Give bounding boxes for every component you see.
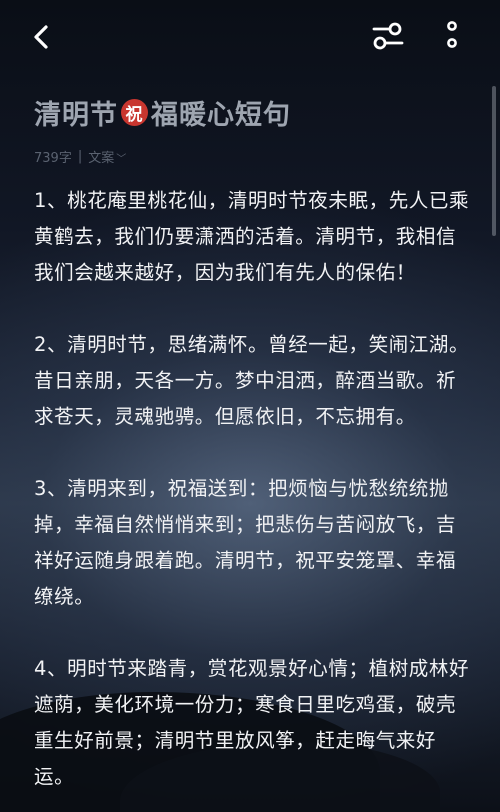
category-label: 文案 [88, 151, 115, 166]
article-title: 清明节 祝 福暖心短句 [34, 93, 291, 132]
paragraph: 3、清明来到，祝福送到：把烦恼与忧愁统统抛掉，幸福自然悄悄来到；把悲伤与苦闷放飞… [34, 477, 457, 608]
settings-button[interactable] [370, 18, 406, 54]
paragraph: 4、明时节来踏青，赏花观景好心情；植树成林好遮荫，美化环境一份力；寒食日里吃鸡蛋… [34, 657, 470, 788]
category-dropdown[interactable]: 文案 ﹀ [88, 147, 126, 166]
title-text: 福暖心短句 [151, 100, 291, 131]
article-screen: 清明节 祝 福暖心短句 739字 | 文案 ﹀ 1、桃花庵里桃花仙，清明时节夜未眠… [0, 0, 500, 812]
chevron-left-icon [34, 25, 48, 49]
title-text: 清明节 [34, 100, 118, 131]
chevron-down-icon: ﹀ [116, 154, 127, 165]
more-vertical-icon [447, 21, 457, 48]
paragraph: 1、桃花庵里桃花仙，清明时节夜未眠，先人已乘黄鹤去，我们仍要潇洒的活着。清明节，… [34, 189, 470, 284]
top-bar [0, 0, 500, 74]
back-button[interactable] [26, 20, 60, 54]
meta-divider: | [77, 149, 83, 164]
sliders-icon [372, 22, 404, 50]
more-button[interactable] [436, 18, 468, 54]
word-count: 739字 [34, 151, 72, 166]
scrollbar[interactable] [492, 86, 496, 236]
title-badge: 祝 [121, 99, 148, 126]
article-meta: 739字 | 文案 ﹀ [34, 147, 126, 166]
paragraph: 2、清明时节，思绪满怀。曾经一起，笑闹江湖。昔日亲朋，天各一方。梦中泪洒，醉酒当… [34, 333, 470, 428]
article-body: 1、桃花庵里桃花仙，清明时节夜未眠，先人已乘黄鹤去，我们仍要潇洒的活着。清明节，… [34, 183, 470, 812]
